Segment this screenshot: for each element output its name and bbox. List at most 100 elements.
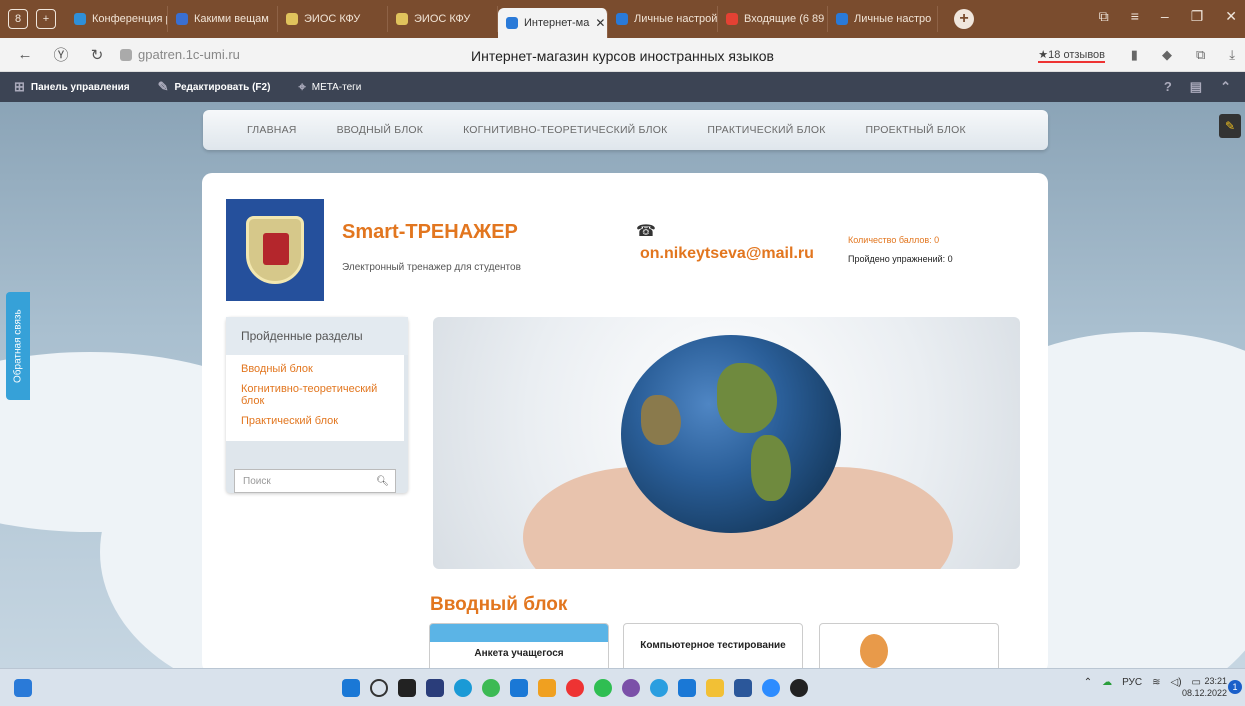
- admin-bar: ⊞ Панель управления ✎ Редактировать (F2) ⌖…: [0, 72, 1245, 102]
- wifi-icon[interactable]: ≋: [1152, 677, 1160, 688]
- hero-image: [433, 317, 1020, 569]
- close-window-icon[interactable]: ✕: [1225, 8, 1237, 25]
- main-menu: ГЛАВНАЯ ВВОДНЫЙ БЛОК КОГНИТИВНО-ТЕОРЕТИЧ…: [203, 110, 1048, 150]
- continent-shape: [641, 395, 681, 445]
- continent-shape: [717, 363, 777, 433]
- tab-kakimi[interactable]: Какими вещам: [168, 6, 278, 32]
- task-view-icon[interactable]: [398, 679, 416, 697]
- search-input[interactable]: Поиск 🔍︎: [234, 469, 396, 493]
- section-title: Вводный блок: [430, 594, 568, 615]
- paint-icon[interactable]: [538, 679, 556, 697]
- tab-internet-shop[interactable]: Интернет-ма ✕: [498, 8, 608, 38]
- sidebar-item-practical[interactable]: Практический блок: [241, 415, 391, 427]
- globe-image: [621, 335, 841, 533]
- grid-icon: ⊞: [14, 79, 25, 94]
- tab-favicon-icon: [396, 13, 408, 25]
- viber-icon[interactable]: [622, 679, 640, 697]
- chevron-up-icon[interactable]: ⌃: [1084, 677, 1092, 688]
- tab-personal-settings-2[interactable]: Личные настро: [828, 6, 938, 32]
- address-bar-actions: ▮ ◆ ⧉ ⤓: [1131, 47, 1235, 63]
- language-indicator[interactable]: РУС: [1122, 677, 1142, 688]
- tab-inbox[interactable]: Входящие (6 89: [718, 6, 828, 32]
- clock[interactable]: 23:21 08.12.2022: [1182, 675, 1227, 699]
- cartoon-face-icon: [860, 634, 888, 668]
- restore-icon[interactable]: ❐: [1191, 8, 1204, 25]
- tag-icon: ⌖: [298, 79, 306, 94]
- new-tab-group-icon[interactable]: +: [36, 9, 56, 29]
- window-controls: ⧉ ≡ – ❐ ✕: [1099, 8, 1237, 25]
- minimize-icon[interactable]: –: [1161, 8, 1169, 25]
- mail-icon[interactable]: [510, 679, 528, 697]
- course-card-survey[interactable]: Анкета учащегося: [429, 623, 609, 673]
- sidebar-title: Пройденные разделы: [226, 317, 408, 355]
- tab-favicon-icon: [506, 17, 518, 29]
- media-player-icon[interactable]: [790, 679, 808, 697]
- admin-bar-actions: ? ▤ ⌃: [1164, 79, 1231, 95]
- menu-item-practical[interactable]: ПРАКТИЧЕСКИЙ БЛОК: [707, 124, 825, 136]
- tab-favicon-icon: [836, 13, 848, 25]
- protect-icon[interactable]: ◆: [1162, 47, 1172, 63]
- edit-link[interactable]: ✎ Редактировать (F2): [158, 79, 271, 95]
- bookmark-icon[interactable]: ▮: [1131, 47, 1138, 63]
- pencil-icon: ✎: [157, 79, 169, 94]
- reviews-link[interactable]: ★18 отзывов: [1038, 48, 1105, 63]
- sidebar-item-intro[interactable]: Вводный блок: [241, 363, 391, 375]
- yandex-browser-icon[interactable]: [566, 679, 584, 697]
- continent-shape: [751, 435, 791, 501]
- course-card-testing[interactable]: Компьютерное тестирование: [623, 623, 803, 673]
- tab-favicon-icon: [286, 13, 298, 25]
- layout-icon[interactable]: ▤: [1190, 79, 1202, 95]
- zoom-icon[interactable]: [762, 679, 780, 697]
- windows-taskbar: ⌃ ☁ РУС ≋ ◁) ▭ 23:21 08.12.2022 1: [0, 668, 1245, 706]
- menu-icon[interactable]: ≡: [1131, 8, 1139, 25]
- download-icon[interactable]: ⤓: [1229, 47, 1235, 63]
- cloud-icon[interactable]: ☁: [1102, 677, 1112, 688]
- extensions-icon[interactable]: ⧉: [1196, 47, 1205, 63]
- score-count: Количество баллов: 0: [848, 235, 940, 245]
- notification-badge[interactable]: 1: [1228, 680, 1242, 694]
- collections-icon[interactable]: ⧉: [1099, 8, 1109, 25]
- edge-icon[interactable]: [454, 679, 472, 697]
- tab-eios-1[interactable]: ЭИОС КФУ: [278, 6, 388, 32]
- sidebar-item-cognitive[interactable]: Когнитивно-теоретический блок: [241, 383, 391, 407]
- menu-item-project[interactable]: ПРОЕКТНЫЙ БЛОК: [866, 124, 966, 136]
- address-bar: ← Ⓨ ↻ gpatren.1c-umi.ru Интернет-магазин…: [0, 38, 1245, 72]
- menu-item-cognitive[interactable]: КОГНИТИВНО-ТЕОРЕТИЧЕСКИЙ БЛОК: [463, 124, 667, 136]
- volume-icon[interactable]: ◁): [1171, 677, 1182, 688]
- new-tab-button[interactable]: +: [954, 9, 974, 29]
- control-panel-link[interactable]: ⊞ Панель управления: [14, 79, 130, 95]
- tab-conference[interactable]: Конференция р: [66, 6, 168, 32]
- search-taskbar-icon[interactable]: [370, 679, 388, 697]
- word-icon[interactable]: [734, 679, 752, 697]
- site-subtitle: Электронный тренажер для студентов: [342, 262, 521, 273]
- edit-pin-icon[interactable]: ✎: [1219, 114, 1241, 138]
- close-tab-icon[interactable]: ✕: [595, 16, 605, 30]
- site-brand[interactable]: Smart-ТРЕНАЖЕР: [342, 221, 518, 244]
- chrome-icon[interactable]: [482, 679, 500, 697]
- telegram-icon[interactable]: [650, 679, 668, 697]
- widgets-icon[interactable]: [14, 679, 32, 697]
- explorer-icon[interactable]: [706, 679, 724, 697]
- tab-eios-2[interactable]: ЭИОС КФУ: [388, 6, 498, 32]
- help-icon[interactable]: ?: [1164, 79, 1172, 95]
- contact-email[interactable]: on.nikeytseva@mail.ru: [640, 245, 814, 263]
- course-card-cartoon[interactable]: [819, 623, 999, 673]
- browser-tab-bar: 8 + Конференция р Какими вещам ЭИОС КФУ …: [0, 0, 1245, 38]
- tab-counter[interactable]: 8: [8, 9, 28, 29]
- menu-item-home[interactable]: ГЛАВНАЯ: [247, 124, 297, 136]
- store-icon[interactable]: [678, 679, 696, 697]
- phone-icon: ☎: [636, 223, 656, 240]
- meta-tags-link[interactable]: ⌖ META-теги: [298, 79, 361, 95]
- photoshop-icon[interactable]: [426, 679, 444, 697]
- tab-favicon-icon: [616, 13, 628, 25]
- search-icon[interactable]: 🔍︎: [376, 476, 389, 487]
- feedback-button[interactable]: Обратная связь: [6, 292, 30, 400]
- tab-favicon-icon: [74, 13, 86, 25]
- collapse-icon[interactable]: ⌃: [1220, 79, 1231, 95]
- tab-favicon-icon: [176, 13, 188, 25]
- menu-item-intro[interactable]: ВВОДНЫЙ БЛОК: [337, 124, 424, 136]
- whatsapp-icon[interactable]: [594, 679, 612, 697]
- start-icon[interactable]: [342, 679, 360, 697]
- content-card: Smart-ТРЕНАЖЕР Электронный тренажер для …: [202, 173, 1048, 673]
- tab-personal-settings-1[interactable]: Личные настрой: [608, 6, 718, 32]
